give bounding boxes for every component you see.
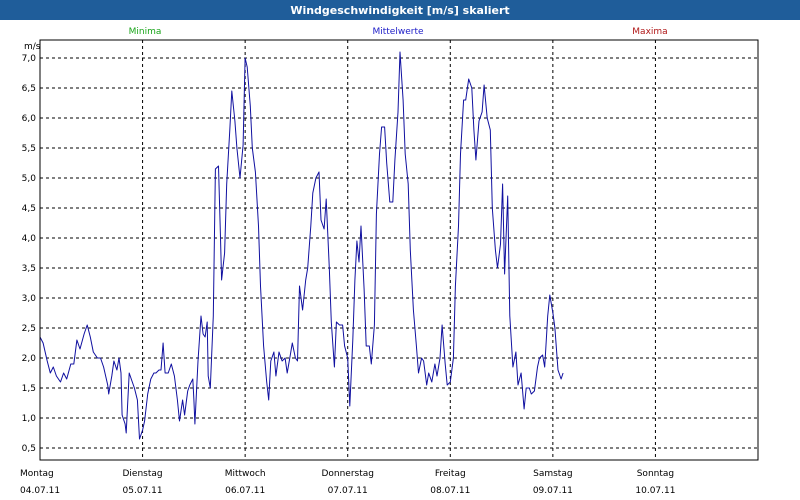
x-tick-date: 06.07.11 [225, 486, 265, 496]
x-tick-weekday: Donnerstag [321, 469, 374, 479]
x-tick-date: 05.07.11 [123, 486, 163, 496]
legend-minima: Minima [129, 27, 162, 37]
x-tick-date: 04.07.11 [20, 486, 60, 496]
y-tick-label: 6,0 [22, 114, 37, 124]
y-tick-label: 2,0 [22, 354, 37, 364]
y-tick-label: 3,5 [22, 264, 36, 274]
x-tick-weekday: Samstag [533, 469, 572, 479]
series-layer [39, 51, 564, 440]
y-tick-label: 5,5 [22, 144, 36, 154]
x-tick-labels: Montag 04.07.11 Dienstag 05.07.11 Mittwoch 06… [20, 469, 675, 496]
chart: Minima Mittelwerte Maxima m/s 0,5 1,0 1,5 2… [20, 27, 759, 496]
y-tick-label: 2,5 [22, 324, 36, 334]
y-tick-label: 7,0 [22, 54, 37, 64]
legend: Minima Mittelwerte Maxima [129, 27, 668, 37]
y-tick-label: 6,5 [22, 84, 36, 94]
series-line-mittelwerte [39, 51, 564, 440]
x-tick-date: 10.07.11 [635, 486, 675, 496]
y-unit-label: m/s [24, 42, 41, 52]
x-tick-date: 08.07.11 [430, 486, 470, 496]
y-tick-label: 4,5 [22, 204, 36, 214]
y-tick-label: 1,5 [22, 384, 36, 394]
y-tick-label: 5,0 [22, 174, 37, 184]
legend-maxima: Maxima [632, 27, 667, 37]
x-tick-weekday: Sonntag [637, 469, 674, 479]
y-tick-label: 1,0 [22, 414, 37, 424]
x-tick-weekday: Dienstag [123, 469, 163, 479]
x-tick-weekday: Mittwoch [225, 469, 266, 479]
x-tick-date: 07.07.11 [328, 486, 368, 496]
legend-mittelwerte: Mittelwerte [372, 27, 423, 37]
y-tick-labels: 0,5 1,0 1,5 2,0 2,5 3,0 3,5 4,0 4,5 5,0 5,5 6,0 6,5 7… [22, 54, 37, 454]
x-tick-weekday: Freitag [435, 469, 466, 479]
x-tick-date: 09.07.11 [533, 486, 573, 496]
y-tick-label: 3,0 [22, 294, 37, 304]
x-tick-weekday: Montag [20, 469, 54, 479]
y-tick-label: 0,5 [22, 444, 36, 454]
y-tick-label: 4,0 [22, 234, 37, 244]
